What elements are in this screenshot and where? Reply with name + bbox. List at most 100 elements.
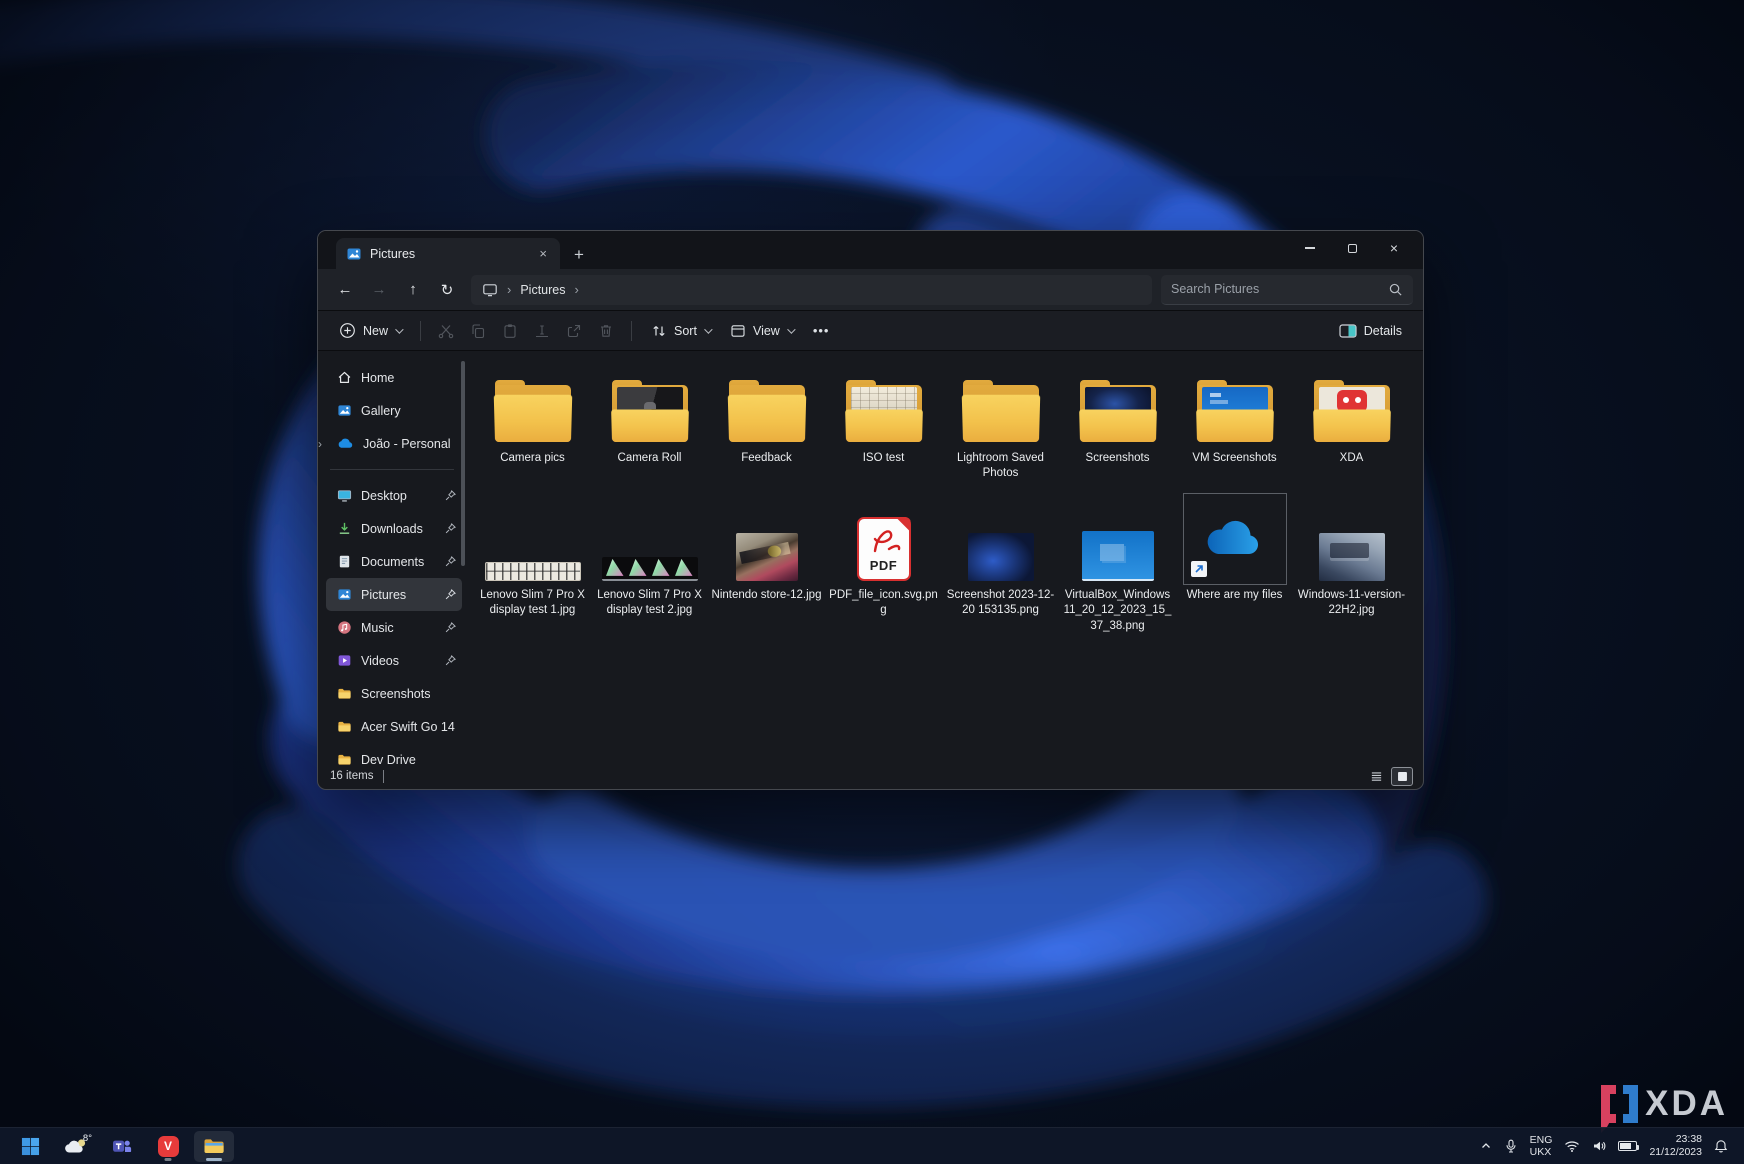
sidebar-item-acer-swift-go-14[interactable]: Acer Swift Go 14 xyxy=(326,710,462,743)
rename-button[interactable] xyxy=(527,316,557,346)
up-button[interactable]: ↑ xyxy=(396,275,430,305)
file-grid: Camera pics Camera Roll Feedback xyxy=(474,363,1421,634)
clock-widget[interactable]: 23:38 21/12/2023 xyxy=(1649,1133,1702,1159)
paste-button[interactable] xyxy=(495,316,525,346)
weather-widget[interactable]: 8° xyxy=(56,1131,96,1162)
language-indicator[interactable]: ENG UKX xyxy=(1530,1134,1553,1159)
delete-button[interactable] xyxy=(591,316,621,346)
new-tab-button[interactable]: + xyxy=(574,246,584,263)
file-tile[interactable]: Nintendo store-12.jpg xyxy=(708,486,825,634)
share-button[interactable] xyxy=(559,316,589,346)
close-button[interactable]: × xyxy=(1373,234,1415,262)
expand-chevron-icon[interactable]: › xyxy=(318,437,322,451)
sidebar-item-home[interactable]: Home xyxy=(326,361,462,394)
breadcrumb-segment-pictures[interactable]: Pictures xyxy=(520,283,565,297)
file-tile[interactable]: Windows-11-version-22H2.jpg xyxy=(1293,486,1410,634)
file-thumbnail-pdf-icon: PDF xyxy=(857,517,911,581)
folder-label: XDA xyxy=(1340,451,1364,466)
sidebar-item-desktop[interactable]: Desktop xyxy=(326,479,462,512)
sidebar-item-pictures[interactable]: Pictures xyxy=(326,578,462,611)
folder-tile[interactable]: Screenshots xyxy=(1059,363,1176,482)
battery-icon[interactable] xyxy=(1618,1141,1637,1151)
file-label: Screenshot 2023-12-20 153135.png xyxy=(945,588,1057,619)
file-label: Lenovo Slim 7 Pro X display test 2.jpg xyxy=(594,588,706,619)
vivaldi-taskbar-icon[interactable]: V xyxy=(148,1131,188,1162)
maximize-button[interactable] xyxy=(1331,234,1373,262)
refresh-button[interactable]: ↻ xyxy=(430,275,464,305)
file-label: Lenovo Slim 7 Pro X display test 1.jpg xyxy=(477,588,589,619)
notifications-tray-icon[interactable] xyxy=(1714,1139,1728,1153)
xda-right-bracket-logo xyxy=(1623,1085,1638,1123)
sidebar-item-downloads[interactable]: Downloads xyxy=(326,512,462,545)
details-pane-button[interactable]: Details xyxy=(1330,316,1411,346)
tab-close-icon[interactable]: × xyxy=(536,246,550,261)
new-button[interactable]: New xyxy=(330,316,410,346)
details-view-toggle[interactable] xyxy=(1365,767,1387,786)
search-icon[interactable] xyxy=(1388,282,1403,297)
folder-tile[interactable]: Camera Roll xyxy=(591,363,708,482)
windows-start-icon xyxy=(21,1137,40,1156)
sidebar-item-gallery[interactable]: Gallery xyxy=(326,394,462,427)
folder-icon xyxy=(337,686,352,701)
folder-tile[interactable]: Feedback xyxy=(708,363,825,482)
folder-label: Screenshots xyxy=(1086,451,1150,466)
sidebar-item-screenshots[interactable]: Screenshots xyxy=(326,677,462,710)
file-explorer-taskbar-icon[interactable] xyxy=(194,1131,234,1162)
file-thumbnail-dark-wallpaper xyxy=(968,533,1034,581)
language-code: ENG xyxy=(1530,1134,1553,1146)
tray-overflow-chevron[interactable] xyxy=(1480,1140,1492,1152)
file-tile-where-are-my-files[interactable]: Where are my files xyxy=(1176,486,1293,634)
sort-button[interactable]: Sort xyxy=(642,316,719,346)
tab-bar: Pictures × + × xyxy=(318,231,1423,269)
minimize-button[interactable] xyxy=(1289,234,1331,262)
see-more-button[interactable]: ••• xyxy=(804,316,839,346)
sidebar-divider xyxy=(330,469,454,470)
pin-icon xyxy=(445,589,456,600)
active-indicator xyxy=(206,1158,222,1161)
breadcrumb-chevron-icon[interactable]: › xyxy=(575,282,579,297)
sidebar-item-onedrive-personal[interactable]: › João - Personal xyxy=(326,427,462,460)
folder-tile[interactable]: Lightroom Saved Photos xyxy=(942,363,1059,482)
copy-button[interactable] xyxy=(463,316,493,346)
folder-icon xyxy=(337,719,352,734)
sidebar-item-music[interactable]: Music xyxy=(326,611,462,644)
file-tile[interactable]: PDF PDF_file_icon.svg.png xyxy=(825,486,942,634)
folder-tile[interactable]: XDA xyxy=(1293,363,1410,482)
cut-button[interactable] xyxy=(431,316,461,346)
teams-taskbar-icon[interactable] xyxy=(102,1131,142,1162)
search-box xyxy=(1161,275,1413,305)
sidebar-item-dev-drive[interactable]: Dev Drive xyxy=(326,743,462,765)
forward-button[interactable]: → xyxy=(362,275,396,305)
folder-tile[interactable]: Camera pics xyxy=(474,363,591,482)
sidebar-item-label: Music xyxy=(361,621,394,635)
search-input[interactable] xyxy=(1171,282,1388,296)
microphone-tray-icon[interactable] xyxy=(1504,1139,1518,1153)
folder-label: VM Screenshots xyxy=(1192,451,1276,466)
chevron-down-icon xyxy=(395,325,403,333)
back-button[interactable]: ← xyxy=(328,275,362,305)
wifi-tray-icon[interactable] xyxy=(1564,1140,1580,1153)
sidebar-scrollbar[interactable] xyxy=(461,361,465,566)
tab-pictures[interactable]: Pictures × xyxy=(336,238,560,269)
folder-tile[interactable]: VM Screenshots xyxy=(1176,363,1293,482)
file-tile[interactable]: Lenovo Slim 7 Pro X display test 1.jpg xyxy=(474,486,591,634)
address-bar[interactable]: › Pictures › xyxy=(471,275,1152,305)
tray-date: 21/12/2023 xyxy=(1649,1146,1702,1159)
volume-tray-icon[interactable] xyxy=(1592,1139,1606,1153)
file-explorer-window: Pictures × + × ← → ↑ ↻ › Pictures › xyxy=(317,230,1424,790)
file-tile[interactable]: VirtualBox_Windows 11_20_12_2023_15_37_3… xyxy=(1059,486,1176,634)
toolbar-divider xyxy=(631,321,632,341)
sidebar-item-documents[interactable]: Documents xyxy=(326,545,462,578)
folder-tile[interactable]: ISO test xyxy=(825,363,942,482)
file-tile[interactable]: Lenovo Slim 7 Pro X display test 2.jpg xyxy=(591,486,708,634)
this-pc-icon xyxy=(482,282,498,298)
file-label: PDF_file_icon.svg.png xyxy=(828,588,940,619)
sidebar-item-label: Acer Swift Go 14 xyxy=(361,720,455,734)
thumbnail-view-toggle[interactable] xyxy=(1391,767,1413,786)
view-button[interactable]: View xyxy=(721,316,802,346)
sidebar-item-videos[interactable]: Videos xyxy=(326,644,462,677)
folder-label: Camera pics xyxy=(500,451,565,466)
shortcut-arrow-icon xyxy=(1191,561,1207,577)
file-tile[interactable]: Screenshot 2023-12-20 153135.png xyxy=(942,486,1059,634)
start-button[interactable] xyxy=(10,1131,50,1162)
